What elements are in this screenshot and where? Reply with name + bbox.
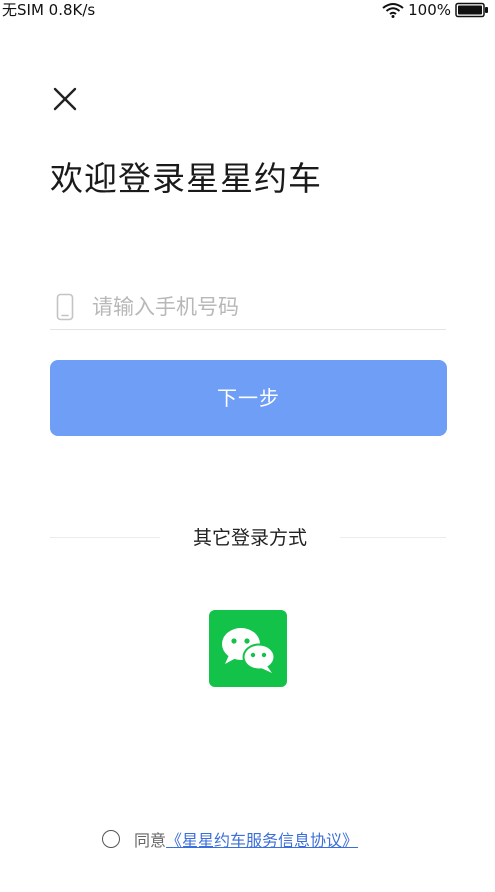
phone-icon bbox=[56, 293, 74, 321]
page-title: 欢迎登录星星约车 bbox=[50, 159, 322, 198]
next-button[interactable]: 下一步 bbox=[50, 360, 447, 436]
network-speed: 0.8K/s bbox=[48, 1, 96, 19]
close-button[interactable] bbox=[50, 84, 80, 114]
agreement-link[interactable]: 《星星约车服务信息协议》 bbox=[166, 827, 358, 851]
divider-left bbox=[50, 537, 160, 538]
phone-input[interactable] bbox=[92, 291, 432, 323]
status-bar: 无SIM 0.8K/s 100% bbox=[0, 0, 495, 20]
divider-right bbox=[340, 537, 446, 538]
battery-icon bbox=[455, 2, 489, 18]
wifi-icon bbox=[382, 2, 404, 18]
wechat-icon bbox=[209, 610, 287, 687]
agree-prefix: 同意 bbox=[134, 831, 167, 850]
close-icon bbox=[50, 87, 80, 118]
battery-percent: 100% bbox=[408, 1, 451, 19]
wechat-login-button[interactable] bbox=[209, 610, 287, 687]
status-left: 无SIM 0.8K/s bbox=[2, 0, 95, 20]
other-login-label: 其它登录方式 bbox=[192, 527, 307, 549]
agreement-row: 同意 《星星约车服务信息协议》 bbox=[102, 826, 358, 852]
carrier-text: 无SIM bbox=[2, 1, 44, 19]
status-right: 100% bbox=[382, 0, 489, 20]
phone-field bbox=[50, 287, 446, 330]
agree-radio[interactable] bbox=[102, 830, 120, 848]
